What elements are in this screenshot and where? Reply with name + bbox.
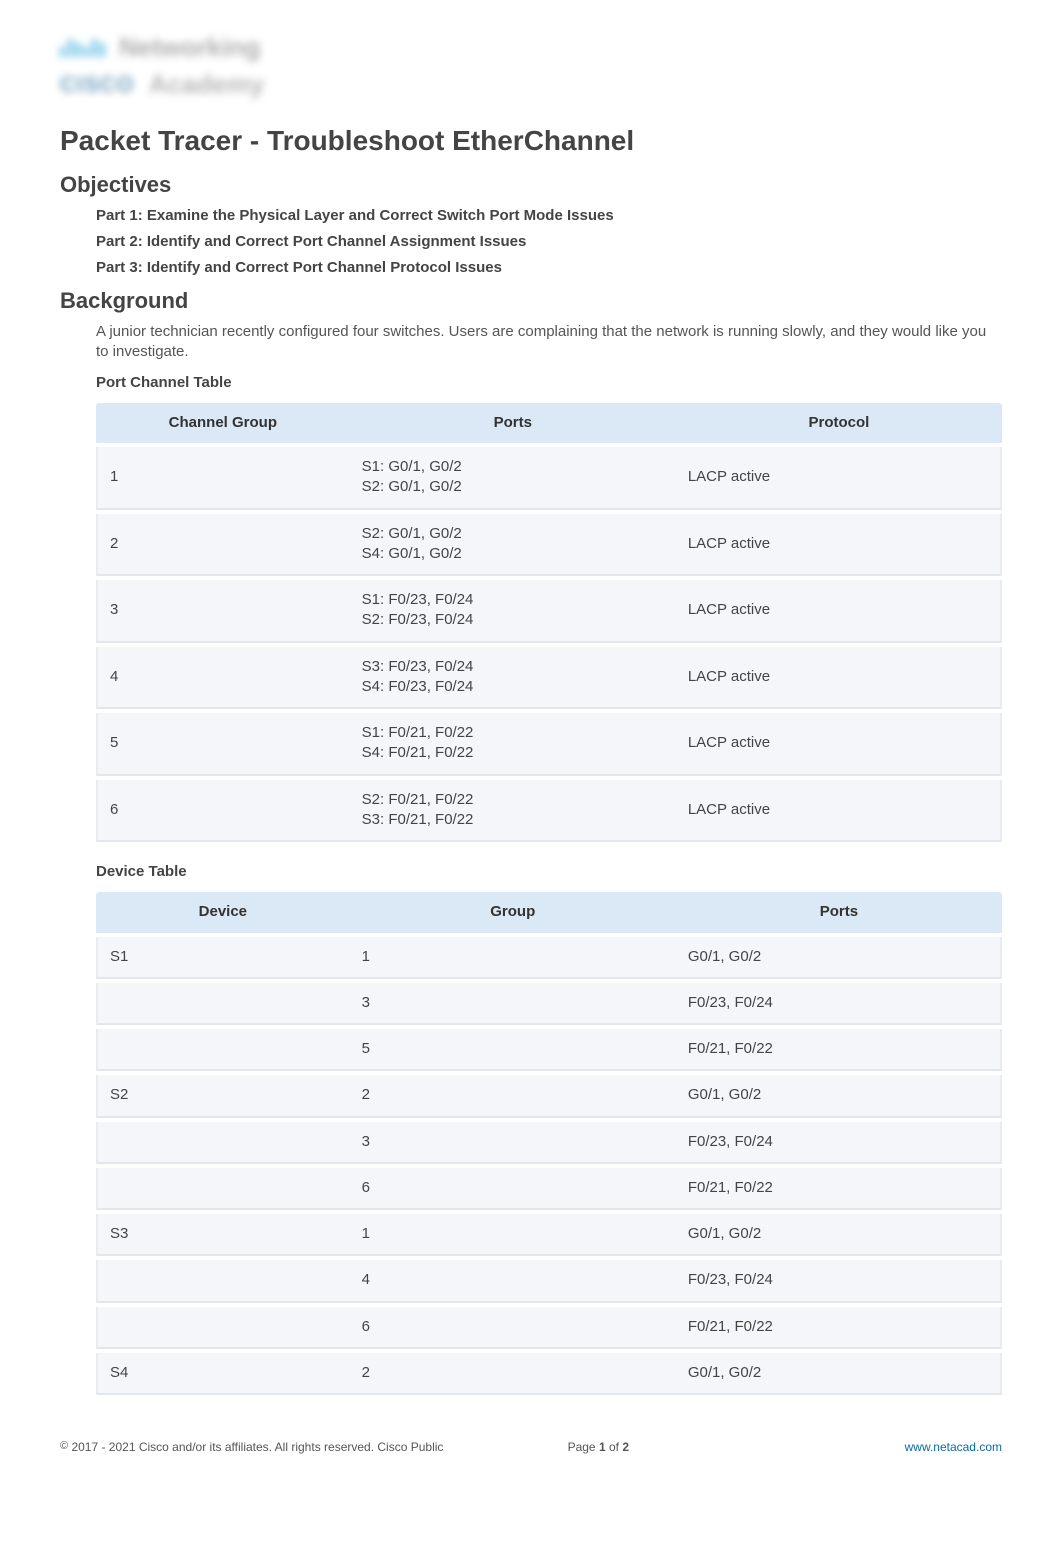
objective-part-2: Part 2: Identify and Correct Port Channe… <box>96 232 1002 252</box>
table-row: S4 2 G0/1, G0/2 <box>96 1353 1002 1395</box>
pct-ports: S1: F0/23, F0/24 S2: F0/23, F0/24 <box>350 580 676 643</box>
table-row: S2 2 G0/1, G0/2 <box>96 1075 1002 1117</box>
pct-ports: S2: G0/1, G0/2 S4: G0/1, G0/2 <box>350 514 676 577</box>
dt-device <box>96 1307 350 1349</box>
pct-ports: S1: F0/21, F0/22 S4: F0/21, F0/22 <box>350 713 676 776</box>
pct-protocol: LACP active <box>676 580 1002 643</box>
dt-device <box>96 1260 350 1302</box>
table-row: 4 F0/23, F0/24 <box>96 1260 1002 1302</box>
table-row: S1 1 G0/1, G0/2 <box>96 937 1002 979</box>
dt-ports: G0/1, G0/2 <box>676 1353 1002 1395</box>
dt-device: S4 <box>96 1353 350 1395</box>
dt-device: S3 <box>96 1214 350 1256</box>
dt-ports: G0/1, G0/2 <box>676 1075 1002 1117</box>
dt-header-group: Group <box>350 892 676 932</box>
logo-word-networking: Networking <box>119 30 261 65</box>
dt-device <box>96 1029 350 1071</box>
pct-header-channel-group: Channel Group <box>96 403 350 443</box>
table-row: 6 F0/21, F0/22 <box>96 1307 1002 1349</box>
table-row: 4 S3: F0/23, F0/24 S4: F0/23, F0/24 LACP… <box>96 647 1002 710</box>
device-table-caption: Device Table <box>96 862 1002 882</box>
table-row: 3 F0/23, F0/24 <box>96 1122 1002 1164</box>
dt-ports: F0/23, F0/24 <box>676 983 1002 1025</box>
pct-ports: S2: F0/21, F0/22 S3: F0/21, F0/22 <box>350 780 676 843</box>
objectives-list: Part 1: Examine the Physical Layer and C… <box>60 206 1002 279</box>
table-row: 1 S1: G0/1, G0/2 S2: G0/1, G0/2 LACP act… <box>96 447 1002 510</box>
dt-group: 6 <box>350 1307 676 1349</box>
dt-ports: G0/1, G0/2 <box>676 937 1002 979</box>
device-table: Device Group Ports S1 1 G0/1, G0/2 3 F0/… <box>96 888 1002 1399</box>
dt-device: S1 <box>96 937 350 979</box>
page-prefix: Page <box>568 1440 599 1454</box>
dt-ports: F0/21, F0/22 <box>676 1168 1002 1210</box>
dt-ports: F0/21, F0/22 <box>676 1029 1002 1071</box>
pct-header-protocol: Protocol <box>676 403 1002 443</box>
dt-header-ports: Ports <box>676 892 1002 932</box>
table-row: 6 F0/21, F0/22 <box>96 1168 1002 1210</box>
logo-word-academy: Academy <box>149 67 265 102</box>
copyright-symbol: © <box>60 1439 68 1454</box>
dt-ports: F0/23, F0/24 <box>676 1260 1002 1302</box>
footer-link-netacad[interactable]: www.netacad.com <box>905 1440 1002 1454</box>
table-row: 2 S2: G0/1, G0/2 S4: G0/1, G0/2 LACP act… <box>96 514 1002 577</box>
pct-group: 6 <box>96 780 350 843</box>
dt-group: 6 <box>350 1168 676 1210</box>
background-heading: Background <box>60 286 1002 316</box>
pct-group: 4 <box>96 647 350 710</box>
dt-ports: G0/1, G0/2 <box>676 1214 1002 1256</box>
dt-group: 1 <box>350 937 676 979</box>
pct-header-ports: Ports <box>350 403 676 443</box>
pct-group: 1 <box>96 447 350 510</box>
dt-device <box>96 983 350 1025</box>
pct-protocol: LACP active <box>676 713 1002 776</box>
pct-ports: S3: F0/23, F0/24 S4: F0/23, F0/24 <box>350 647 676 710</box>
objective-part-1: Part 1: Examine the Physical Layer and C… <box>96 206 1002 226</box>
footer-copyright: © 2017 - 2021 Cisco and/or its affiliate… <box>60 1439 464 1455</box>
dt-group: 4 <box>350 1260 676 1302</box>
pct-ports: S1: G0/1, G0/2 S2: G0/1, G0/2 <box>350 447 676 510</box>
page-of: of <box>606 1440 623 1454</box>
pct-group: 2 <box>96 514 350 577</box>
dt-device: S2 <box>96 1075 350 1117</box>
table-row: 3 F0/23, F0/24 <box>96 983 1002 1025</box>
table-row: 3 S1: F0/23, F0/24 S2: F0/23, F0/24 LACP… <box>96 580 1002 643</box>
table-row: 5 S1: F0/21, F0/22 S4: F0/21, F0/22 LACP… <box>96 713 1002 776</box>
dt-header-device: Device <box>96 892 350 932</box>
pct-group: 3 <box>96 580 350 643</box>
dt-group: 1 <box>350 1214 676 1256</box>
page-title: Packet Tracer - Troubleshoot EtherChanne… <box>60 122 1002 160</box>
footer-left-text: 2017 - 2021 Cisco and/or its affiliates.… <box>68 1440 443 1454</box>
port-channel-table-caption: Port Channel Table <box>96 373 1002 393</box>
table-row: S3 1 G0/1, G0/2 <box>96 1214 1002 1256</box>
dt-ports: F0/23, F0/24 <box>676 1122 1002 1164</box>
port-channel-table: Channel Group Ports Protocol 1 S1: G0/1,… <box>96 399 1002 846</box>
objectives-heading: Objectives <box>60 170 1002 200</box>
pct-protocol: LACP active <box>676 514 1002 577</box>
pct-protocol: LACP active <box>676 780 1002 843</box>
pct-group: 5 <box>96 713 350 776</box>
dt-group: 5 <box>350 1029 676 1071</box>
page-total: 2 <box>622 1440 629 1454</box>
pct-protocol: LACP active <box>676 647 1002 710</box>
logo-block: Networking CISCO Academy <box>60 30 1002 102</box>
table-row: 5 F0/21, F0/22 <box>96 1029 1002 1071</box>
pct-protocol: LACP active <box>676 447 1002 510</box>
table-row: 6 S2: F0/21, F0/22 S3: F0/21, F0/22 LACP… <box>96 780 1002 843</box>
dt-device <box>96 1122 350 1164</box>
cisco-bars-icon <box>60 39 105 57</box>
objective-part-3: Part 3: Identify and Correct Port Channe… <box>96 258 1002 278</box>
dt-group: 3 <box>350 1122 676 1164</box>
dt-group: 2 <box>350 1075 676 1117</box>
logo-brand-cisco: CISCO <box>60 70 135 100</box>
dt-ports: F0/21, F0/22 <box>676 1307 1002 1349</box>
dt-device <box>96 1168 350 1210</box>
page-footer: © 2017 - 2021 Cisco and/or its affiliate… <box>60 1439 1002 1455</box>
background-text: A junior technician recently configured … <box>96 322 1002 363</box>
page-current: 1 <box>599 1440 606 1454</box>
dt-group: 3 <box>350 983 676 1025</box>
footer-page-indicator: Page 1 of 2 <box>464 1439 733 1455</box>
dt-group: 2 <box>350 1353 676 1395</box>
